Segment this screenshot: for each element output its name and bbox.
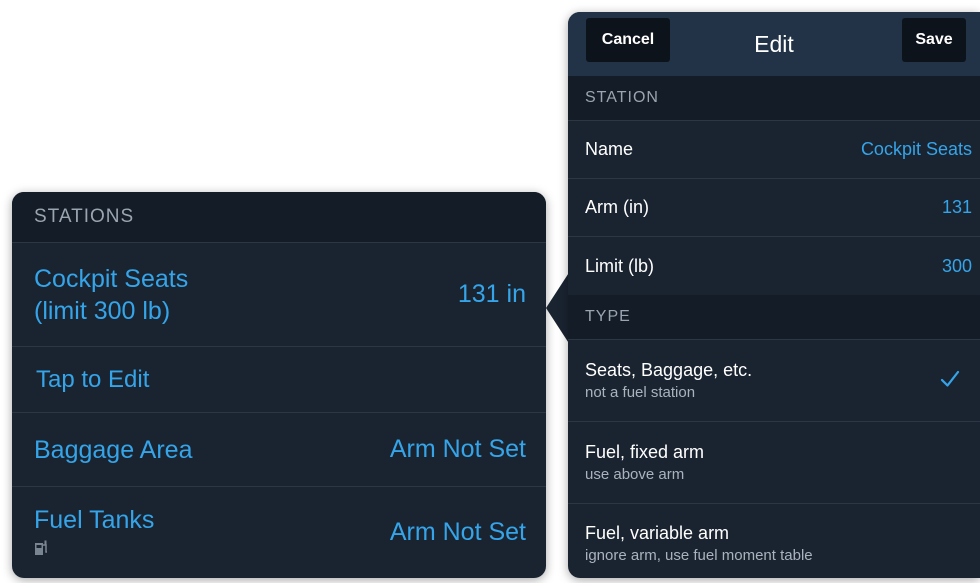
arm-field-row[interactable]: Arm (in) 131 bbox=[568, 179, 980, 237]
station-name: Baggage Area bbox=[34, 435, 193, 464]
checkmark-icon bbox=[940, 368, 960, 394]
edit-toolbar: Cancel Edit Save bbox=[568, 12, 980, 76]
type-option-seats-baggage[interactable]: Seats, Baggage, etc. not a fuel station bbox=[568, 340, 980, 422]
station-row-fuel-tanks[interactable]: Fuel Tanks Arm Not Set bbox=[12, 487, 546, 577]
limit-field-label: Limit (lb) bbox=[585, 255, 655, 276]
station-limit: (limit 300 lb) bbox=[34, 296, 171, 325]
fuel-pump-icon bbox=[34, 540, 154, 560]
name-field-value[interactable]: Cockpit Seats bbox=[861, 139, 972, 160]
station-arm-value: Arm Not Set bbox=[389, 517, 526, 546]
arm-field-value[interactable]: 131 bbox=[942, 197, 972, 218]
station-name: Cockpit Seats bbox=[34, 264, 189, 293]
limit-field-row[interactable]: Limit (lb) 300 bbox=[568, 237, 980, 295]
type-option-subtitle: ignore arm, use fuel moment table bbox=[585, 547, 813, 564]
stations-panel: STATIONS Cockpit Seats (limit 300 lb) 13… bbox=[12, 192, 546, 578]
type-option-subtitle: not a fuel station bbox=[585, 383, 696, 401]
stations-header-label: STATIONS bbox=[34, 206, 135, 227]
type-option-fuel-variable-arm[interactable]: Fuel, variable arm ignore arm, use fuel … bbox=[568, 504, 980, 578]
cancel-button[interactable]: Cancel bbox=[586, 18, 670, 62]
limit-field-value[interactable]: 300 bbox=[942, 256, 972, 277]
name-field-label: Name bbox=[585, 139, 634, 159]
station-name: Fuel Tanks bbox=[34, 506, 155, 534]
station-arm-value: Arm Not Set bbox=[389, 435, 526, 463]
stations-section-header: STATIONS bbox=[12, 192, 546, 243]
name-field-row[interactable]: Name Cockpit Seats bbox=[568, 121, 980, 179]
station-row-cockpit-seats[interactable]: Cockpit Seats (limit 300 lb) 131 in bbox=[12, 243, 546, 347]
station-section-header: STATION bbox=[568, 76, 980, 121]
station-header-label: STATION bbox=[585, 89, 659, 106]
tap-to-edit-label: Tap to Edit bbox=[36, 365, 150, 393]
tap-to-edit-row[interactable]: Tap to Edit bbox=[12, 347, 546, 413]
type-option-title: Fuel, fixed arm bbox=[585, 441, 705, 462]
station-arm-value: 131 in bbox=[457, 280, 526, 308]
station-row-baggage-area[interactable]: Baggage Area Arm Not Set bbox=[12, 413, 546, 487]
type-header-label: TYPE bbox=[585, 308, 631, 325]
arm-field-label: Arm (in) bbox=[585, 197, 649, 217]
save-button[interactable]: Save bbox=[902, 18, 966, 62]
type-option-subtitle: use above arm bbox=[585, 465, 685, 483]
type-section-header: TYPE bbox=[568, 295, 980, 340]
edit-title: Edit bbox=[754, 30, 794, 57]
type-option-title: Fuel, variable arm bbox=[585, 523, 730, 543]
type-option-title: Seats, Baggage, etc. bbox=[585, 359, 753, 380]
type-option-fuel-fixed-arm[interactable]: Fuel, fixed arm use above arm bbox=[568, 422, 980, 504]
edit-station-panel: Cancel Edit Save STATION Name Cockpit Se… bbox=[568, 12, 980, 578]
